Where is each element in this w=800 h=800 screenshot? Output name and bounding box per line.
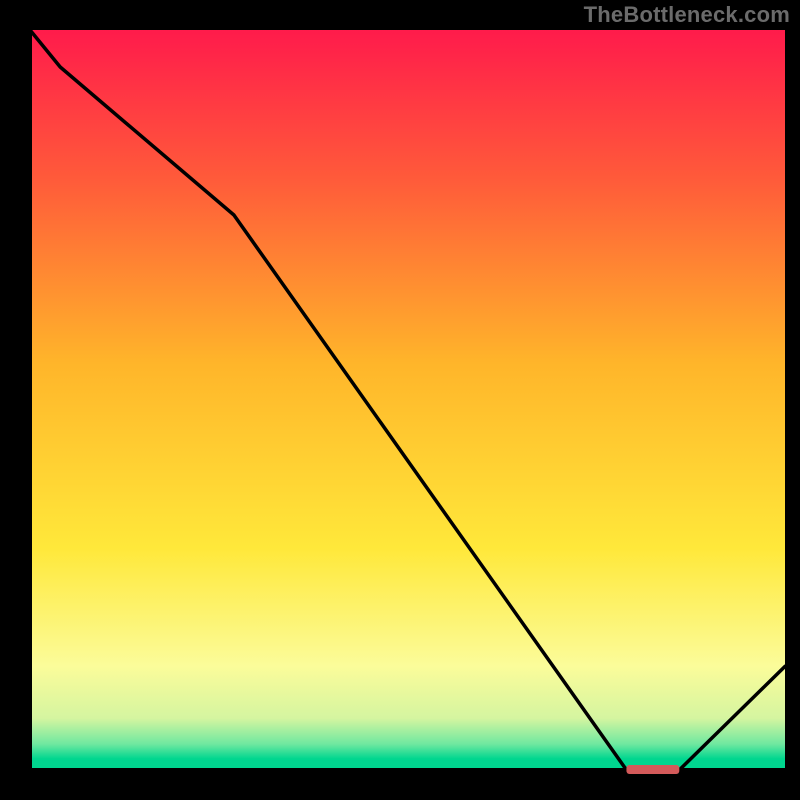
plot-background [30,30,785,770]
optimal-marker [626,765,679,774]
chart-container: TheBottleneck.com [0,0,800,800]
bottleneck-chart [0,0,800,800]
